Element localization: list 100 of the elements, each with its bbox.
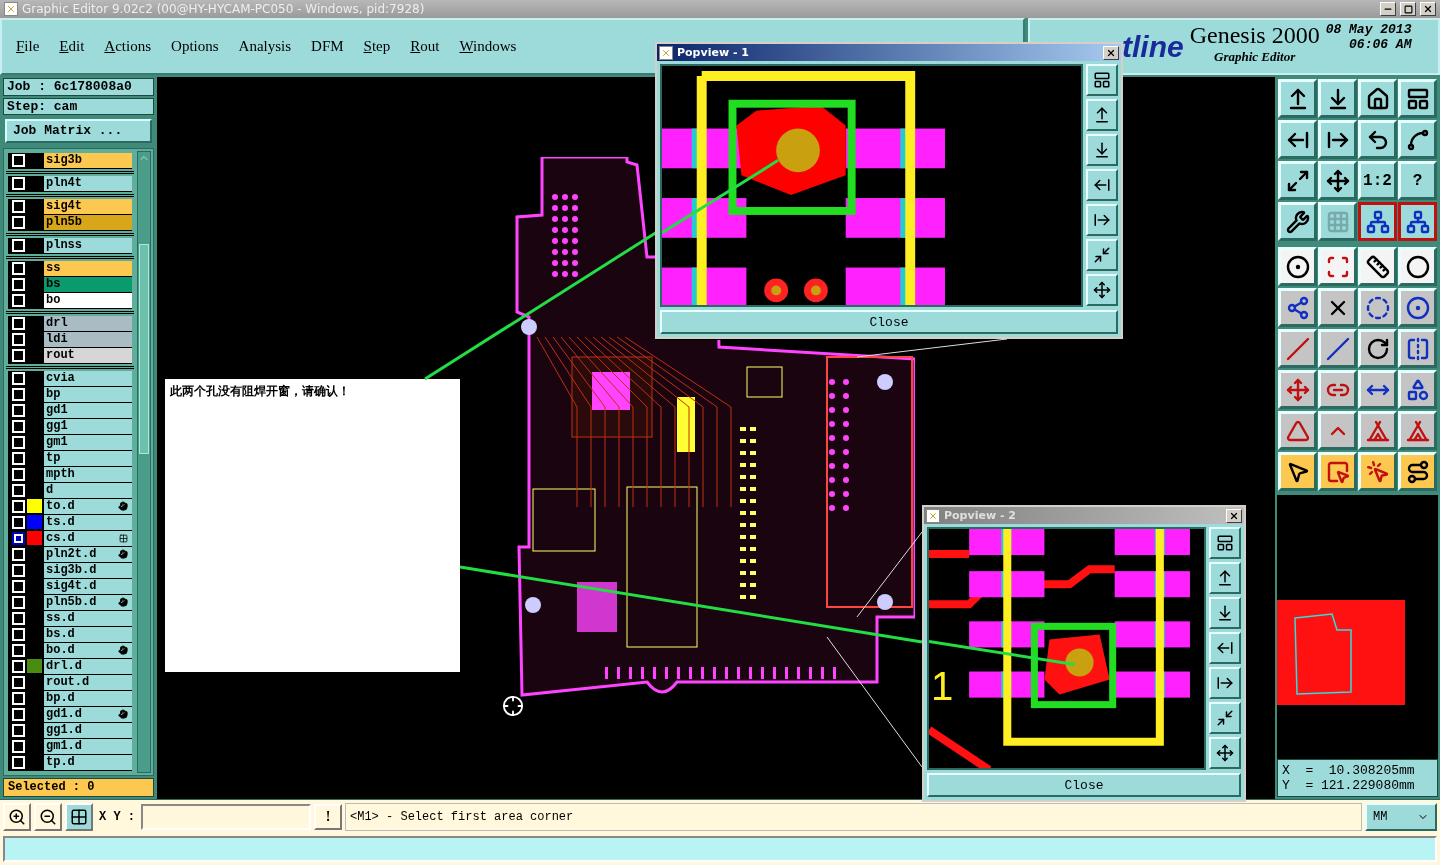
pointer-icon xyxy=(1365,459,1390,484)
menu-item[interactable]: Edit xyxy=(59,38,85,55)
path-icon xyxy=(1405,459,1430,484)
view-button[interactable] xyxy=(1209,702,1241,734)
panel-icon xyxy=(1093,71,1111,89)
view-button[interactable] xyxy=(1209,632,1241,664)
move-icon xyxy=(1093,281,1111,299)
menu-item[interactable]: DFM xyxy=(311,38,344,55)
view-button[interactable] xyxy=(1086,134,1118,166)
expand-icon xyxy=(1285,168,1310,193)
job-matrix-button[interactable]: Job Matrix ... xyxy=(5,119,152,143)
origin-icon xyxy=(502,695,524,717)
minimize-button[interactable] xyxy=(1380,2,1396,16)
measure-icon xyxy=(1325,254,1350,279)
network-icon xyxy=(1405,209,1430,234)
layer-checkbox[interactable] xyxy=(12,531,25,545)
close-button[interactable] xyxy=(1103,45,1119,60)
tool-button[interactable] xyxy=(1398,202,1437,241)
panel-icon xyxy=(1405,86,1430,111)
tool-button[interactable] xyxy=(1358,202,1397,241)
x-coordinate: X = 10.308205mm xyxy=(1282,763,1416,778)
zoom-button[interactable] xyxy=(3,802,31,831)
menu-item[interactable]: Rout xyxy=(410,38,440,55)
view-button[interactable] xyxy=(1086,99,1118,131)
circle-icon xyxy=(1405,254,1430,279)
popview-title: Popview - 2 xyxy=(944,509,1017,522)
mirror-icon xyxy=(1405,336,1430,361)
arrow-up-icon xyxy=(1093,106,1111,124)
slash-icon xyxy=(1325,336,1350,361)
view-button[interactable] xyxy=(1209,527,1241,559)
restore-icon xyxy=(1403,4,1413,14)
arrow-left-icon xyxy=(1216,639,1234,657)
exclamation-button[interactable]: ! xyxy=(314,803,342,830)
xy-input-field[interactable] xyxy=(141,803,311,830)
view-button[interactable] xyxy=(1086,274,1118,306)
xy-label: X Y : xyxy=(99,809,135,824)
product-subtitle: Graphic Editor xyxy=(1214,49,1296,65)
layer-item[interactable]: plnss xyxy=(44,237,132,253)
close-button[interactable] xyxy=(1420,2,1436,16)
layer-item[interactable]: drl xyxy=(44,315,132,331)
units-dropdown[interactable]: MM xyxy=(1365,802,1437,831)
arrow-left-icon xyxy=(1093,176,1111,194)
menu-item[interactable]: Step xyxy=(363,38,391,55)
view-button[interactable] xyxy=(1086,239,1118,271)
view-button[interactable] xyxy=(1209,562,1241,594)
layer-item[interactable]: sig4t xyxy=(44,198,132,214)
menu-item[interactable]: File xyxy=(16,38,40,55)
tent-icon xyxy=(1365,418,1390,443)
scrollbar[interactable] xyxy=(137,150,151,773)
arrow-up-icon xyxy=(1216,569,1234,587)
tool-button[interactable]: 1:2 xyxy=(1358,161,1397,200)
step-name: Step: cam xyxy=(3,97,154,116)
logo: tline xyxy=(1122,30,1184,64)
circle-dot-icon xyxy=(1285,254,1310,279)
panel-icon xyxy=(1216,534,1234,552)
menu-item[interactable]: Analysis xyxy=(238,38,292,55)
view-button[interactable] xyxy=(1209,667,1241,699)
y-coordinate: Y = 121.229080mm xyxy=(1282,778,1416,793)
view-button[interactable] xyxy=(1086,169,1118,201)
view-button[interactable] xyxy=(1209,597,1241,629)
close-icon xyxy=(1423,4,1433,14)
zoom-out-icon xyxy=(39,807,57,826)
zoom-icon xyxy=(8,807,26,826)
restore-button[interactable] xyxy=(1400,2,1416,16)
view-button[interactable] xyxy=(1086,64,1118,96)
layer-item[interactable]: ss xyxy=(44,260,132,276)
triangle-icon xyxy=(1285,418,1310,443)
tool-button[interactable]: ? xyxy=(1398,161,1437,200)
close-button[interactable]: Close xyxy=(660,310,1118,334)
menu-item[interactable]: Actions xyxy=(104,38,152,55)
product-name: Genesis 2000 xyxy=(1189,22,1320,49)
tent-icon xyxy=(1405,418,1430,443)
command-prompt: <M1> - Select first area corner xyxy=(345,802,1362,831)
view-button[interactable] xyxy=(1086,204,1118,236)
grid-icon xyxy=(119,533,128,543)
nodes-icon xyxy=(1285,295,1310,320)
layer-item[interactable]: pln4t xyxy=(44,175,132,191)
time: 06:06 AM xyxy=(1349,37,1412,52)
menu-item[interactable]: Options xyxy=(171,38,219,55)
wrench-icon xyxy=(1285,209,1310,234)
close-icon xyxy=(1106,47,1116,58)
dashed-circle-icon xyxy=(1365,295,1390,320)
grid-button[interactable] xyxy=(65,802,93,831)
menu-item[interactable]: Windows xyxy=(459,38,517,55)
window-title: Graphic Editor 9.02c2 (00@HY-HYCAM-PC050 - Windows, pid:7928) xyxy=(22,2,426,16)
shrink-icon xyxy=(1216,709,1234,727)
close-button[interactable]: Close xyxy=(927,773,1241,797)
close-button[interactable] xyxy=(1226,508,1242,523)
popview-title: Popview - 1 xyxy=(677,46,750,59)
layer-item[interactable]: cvia xyxy=(44,370,132,386)
view-button[interactable] xyxy=(1209,737,1241,769)
grid-icon xyxy=(1325,209,1350,234)
date: 08 May 2013 xyxy=(1325,22,1412,37)
curve-icon xyxy=(1405,127,1430,152)
layer-item[interactable]: sig3b xyxy=(44,152,132,168)
selected-count: Selected : 0 xyxy=(3,777,154,797)
circle-dot-icon xyxy=(1405,295,1430,320)
pointer-icon xyxy=(1325,459,1350,484)
rotate-icon xyxy=(1365,336,1390,361)
scroll-thumb[interactable] xyxy=(139,243,149,454)
